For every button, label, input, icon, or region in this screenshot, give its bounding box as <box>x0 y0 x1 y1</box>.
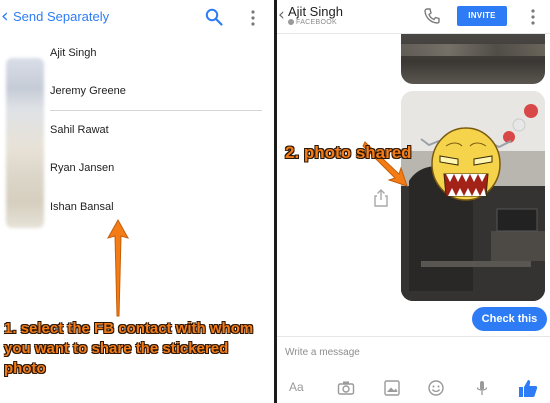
share-icon[interactable] <box>372 188 390 208</box>
chat-thread: 2. photo shared <box>277 34 550 334</box>
facebook-icon <box>288 18 294 25</box>
text-format-icon[interactable]: Aa <box>289 380 304 394</box>
camera-icon[interactable] <box>337 379 355 397</box>
like-icon[interactable] <box>517 377 539 399</box>
contact-item[interactable]: Jeremy Greene <box>50 82 262 100</box>
contact-avatars-blurred <box>6 58 44 228</box>
gallery-icon[interactable] <box>383 379 401 397</box>
send-separately-panel: ‹ Send Separately Ajit Singh Jeremy Gree… <box>0 0 274 403</box>
chat-contact-name: Ajit Singh <box>288 4 343 19</box>
contact-item[interactable]: Ishan Bansal <box>50 198 262 216</box>
annotation-step-1: 1. select the FB contact with whom you w… <box>4 320 254 377</box>
back-chevron-icon[interactable]: ‹ <box>1 5 9 27</box>
chat-header: ‹ Ajit Singh FACEBOOK INVITE <box>277 0 550 34</box>
more-vertical-icon[interactable] <box>530 8 536 26</box>
compose-toolbar: Aa <box>277 375 550 401</box>
message-input[interactable]: Write a message <box>285 347 360 358</box>
contact-item[interactable]: Sahil Rawat <box>50 121 262 139</box>
send-separately-title[interactable]: Send Separately <box>13 9 109 24</box>
emoji-icon[interactable] <box>427 379 445 397</box>
contact-item[interactable]: Ryan Jansen <box>50 159 262 177</box>
phone-icon[interactable] <box>423 7 441 25</box>
shared-stickered-photo[interactable] <box>401 91 545 301</box>
contact-item[interactable]: Ajit Singh <box>50 44 262 62</box>
compose-area: Write a message Aa <box>277 336 550 403</box>
search-icon[interactable] <box>205 8 223 26</box>
microphone-icon[interactable] <box>473 379 491 397</box>
back-chevron-icon[interactable]: ‹ <box>278 5 285 25</box>
chat-contact-subtitle: FACEBOOK <box>288 18 337 26</box>
sticker-face-icon <box>431 127 501 201</box>
send-header: ‹ Send Separately <box>0 0 274 34</box>
annotation-arrow-up <box>106 218 130 317</box>
more-vertical-icon[interactable] <box>250 9 256 27</box>
annotation-step-2: 2. photo shared <box>285 143 412 162</box>
subtitle-text: FACEBOOK <box>296 19 337 26</box>
photo-content <box>401 44 545 56</box>
previous-photo-message[interactable] <box>401 34 545 84</box>
list-divider <box>50 110 262 111</box>
message-bubble[interactable]: Check this <box>472 307 547 331</box>
messenger-chat-panel: ‹ Ajit Singh FACEBOOK INVITE 2. photo sh… <box>277 0 550 403</box>
invite-button[interactable]: INVITE <box>457 6 507 26</box>
